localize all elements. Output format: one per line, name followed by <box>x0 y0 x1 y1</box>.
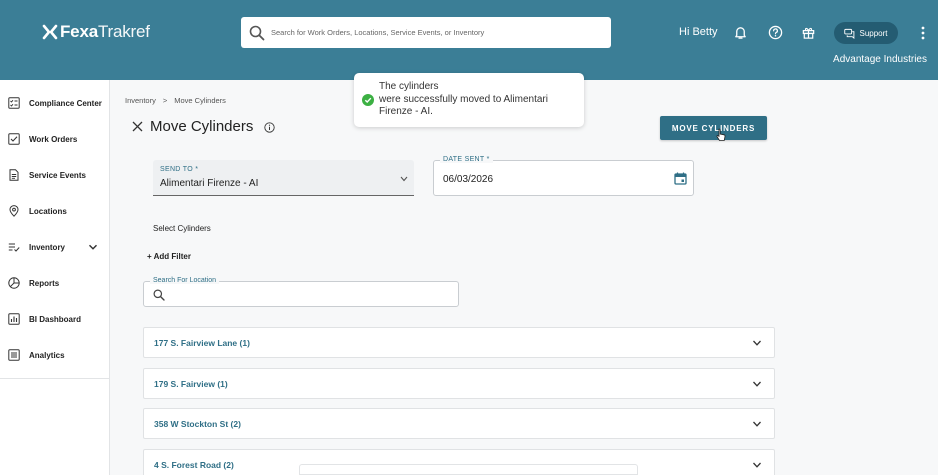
location-accordion[interactable]: 358 W Stockton St (2) <box>143 408 775 439</box>
chevron-down-icon[interactable] <box>88 242 98 252</box>
bell-icon[interactable] <box>733 25 748 40</box>
sidebar-item-bi-dashboard[interactable]: BI Dashboard <box>0 305 110 333</box>
breadcrumb-current: Move Cylinders <box>174 96 226 105</box>
move-cylinders-button[interactable]: MOVE CYLINDERS <box>660 116 767 140</box>
logo-mark-icon <box>42 24 58 40</box>
chevron-down-icon <box>753 340 761 346</box>
add-filter-button[interactable]: + Add Filter <box>147 252 191 261</box>
more-options-icon[interactable] <box>918 25 928 41</box>
sidebar-item-label: BI Dashboard <box>29 314 82 324</box>
sidebar-divider <box>0 378 110 379</box>
breadcrumb-inventory-link[interactable]: Inventory <box>125 96 156 105</box>
chevron-down-icon <box>753 462 761 468</box>
sidebar-item-locations[interactable]: Locations <box>0 197 110 225</box>
toast-message: The cylinders were successfully moved to… <box>379 81 548 117</box>
logo[interactable]: FexaTrakref <box>42 22 150 42</box>
search-icon <box>249 25 265 40</box>
organization-name[interactable]: Advantage Industries <box>833 54 927 65</box>
document-icon <box>9 169 19 181</box>
sidebar-item-label: Locations <box>29 206 67 216</box>
calendar-icon[interactable] <box>674 172 687 185</box>
gift-icon[interactable] <box>801 25 816 40</box>
success-toast: The cylinders were successfully moved to… <box>354 73 584 127</box>
global-search-input[interactable] <box>271 28 601 37</box>
location-pin-icon <box>9 205 19 217</box>
send-to-select[interactable]: SEND TO * Alimentari Firenze - AI <box>153 160 414 196</box>
user-greeting[interactable]: Hi Betty <box>679 26 718 38</box>
location-accordion-label: 177 S. Fairview Lane (1) <box>154 338 250 348</box>
sidebar-item-analytics[interactable]: Analytics <box>0 341 110 369</box>
inventory-list-icon <box>8 243 20 252</box>
sidebar-item-label: Analytics <box>29 350 65 360</box>
pie-chart-icon <box>8 277 20 289</box>
sidebar-item-label: Service Events <box>29 170 86 180</box>
location-accordion[interactable]: 179 S. Fairview (1) <box>143 368 775 399</box>
sidebar-item-inventory[interactable]: Inventory <box>0 233 110 261</box>
sidebar-item-label: Work Orders <box>29 134 78 144</box>
info-icon[interactable] <box>264 122 275 133</box>
breadcrumb-separator: > <box>162 96 168 105</box>
global-search[interactable] <box>241 17 611 48</box>
location-search-field[interactable]: Search For Location <box>143 277 459 307</box>
analytics-icon <box>8 349 20 361</box>
support-button[interactable]: Support <box>834 22 898 44</box>
location-accordion-label: 358 W Stockton St (2) <box>154 419 241 429</box>
check-circle-icon <box>362 94 374 106</box>
checkbox-icon <box>8 133 20 145</box>
support-label: Support <box>859 28 888 38</box>
sidebar-item-label: Compliance Center <box>29 98 102 108</box>
dropdown-arrow-icon <box>400 176 408 182</box>
date-sent-value: 06/03/2026 <box>443 174 494 185</box>
send-to-value: Alimentari Firenze - AI <box>160 178 259 189</box>
breadcrumb: Inventory > Move Cylinders <box>125 96 226 105</box>
location-search-label: Search For Location <box>150 277 220 284</box>
close-icon[interactable] <box>132 121 143 132</box>
logo-text: FexaTrakref <box>60 22 150 41</box>
page-title: Move Cylinders <box>150 118 254 135</box>
floating-panel <box>299 464 638 475</box>
chevron-down-icon <box>753 421 761 427</box>
send-to-label: SEND TO * <box>160 166 199 173</box>
compliance-icon <box>8 97 20 109</box>
select-cylinders-label: Select Cylinders <box>153 224 211 233</box>
date-sent-field[interactable]: DATE SENT * 06/03/2026 <box>433 156 694 196</box>
help-icon[interactable] <box>768 25 783 40</box>
location-search-input[interactable] <box>170 287 450 303</box>
location-accordion-label: 4 S. Forest Road (2) <box>154 460 234 470</box>
chevron-down-icon <box>753 381 761 387</box>
top-header: FexaTrakref Hi Betty Support Advantage I… <box>0 0 938 80</box>
location-accordion[interactable]: 177 S. Fairview Lane (1) <box>143 327 775 358</box>
date-sent-label: DATE SENT * <box>440 156 493 163</box>
sidebar-item-label: Reports <box>29 278 60 288</box>
sidebar-item-work-orders[interactable]: Work Orders <box>0 125 110 153</box>
chat-icon <box>844 28 855 39</box>
sidebar-item-compliance-center[interactable]: Compliance Center <box>0 89 110 117</box>
pointer-cursor-icon <box>716 128 726 141</box>
sidebar-item-service-events[interactable]: Service Events <box>0 161 110 189</box>
sidebar-item-label: Inventory <box>29 242 66 252</box>
bar-chart-icon <box>8 313 20 325</box>
search-icon <box>153 289 165 301</box>
sidebar-item-reports[interactable]: Reports <box>0 269 110 297</box>
location-accordion-label: 179 S. Fairview (1) <box>154 379 228 389</box>
sidebar: Compliance Center Work Orders Service Ev… <box>0 80 110 475</box>
